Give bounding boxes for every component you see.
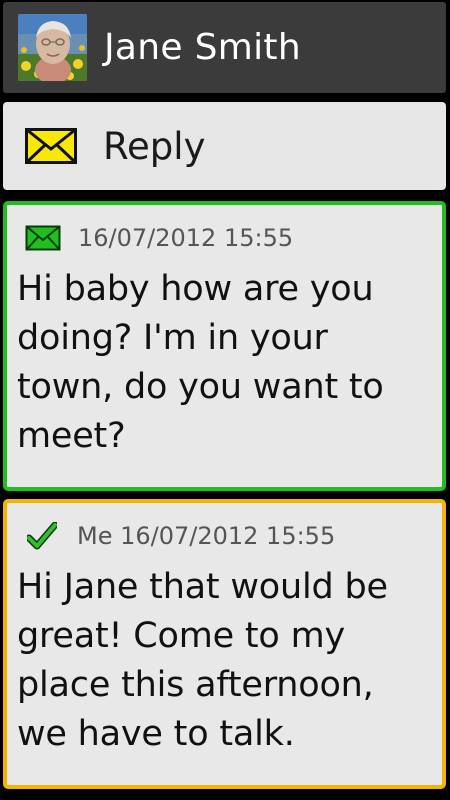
- message-timestamp: Me 16/07/2012 15:55: [77, 522, 336, 550]
- reply-button[interactable]: Reply: [3, 102, 446, 190]
- reply-label: Reply: [103, 124, 206, 168]
- contact-avatar[interactable]: [18, 14, 87, 81]
- message-text: Hi Jane that would be great! Come to my …: [17, 567, 388, 754]
- conversation-screen: Jane Smith Reply 16/07/2012 15:55 Hi bab…: [0, 0, 450, 800]
- message-meta: Me 16/07/2012 15:55: [7, 517, 442, 555]
- contact-name: Jane Smith: [104, 27, 301, 68]
- outgoing-message[interactable]: Me 16/07/2012 15:55 Hi Jane that would b…: [3, 499, 446, 789]
- incoming-message[interactable]: 16/07/2012 15:55 Hi baby how are you doi…: [3, 201, 446, 491]
- message-text: Hi baby how are you doing? I'm in your t…: [17, 269, 384, 456]
- contact-photo: [18, 14, 87, 81]
- envelope-icon: [25, 225, 61, 251]
- message-meta: 16/07/2012 15:55: [7, 219, 442, 257]
- contact-header: Jane Smith: [3, 2, 446, 93]
- checkmark-icon: [27, 522, 57, 550]
- envelope-icon: [25, 128, 77, 164]
- message-timestamp: 16/07/2012 15:55: [78, 224, 294, 252]
